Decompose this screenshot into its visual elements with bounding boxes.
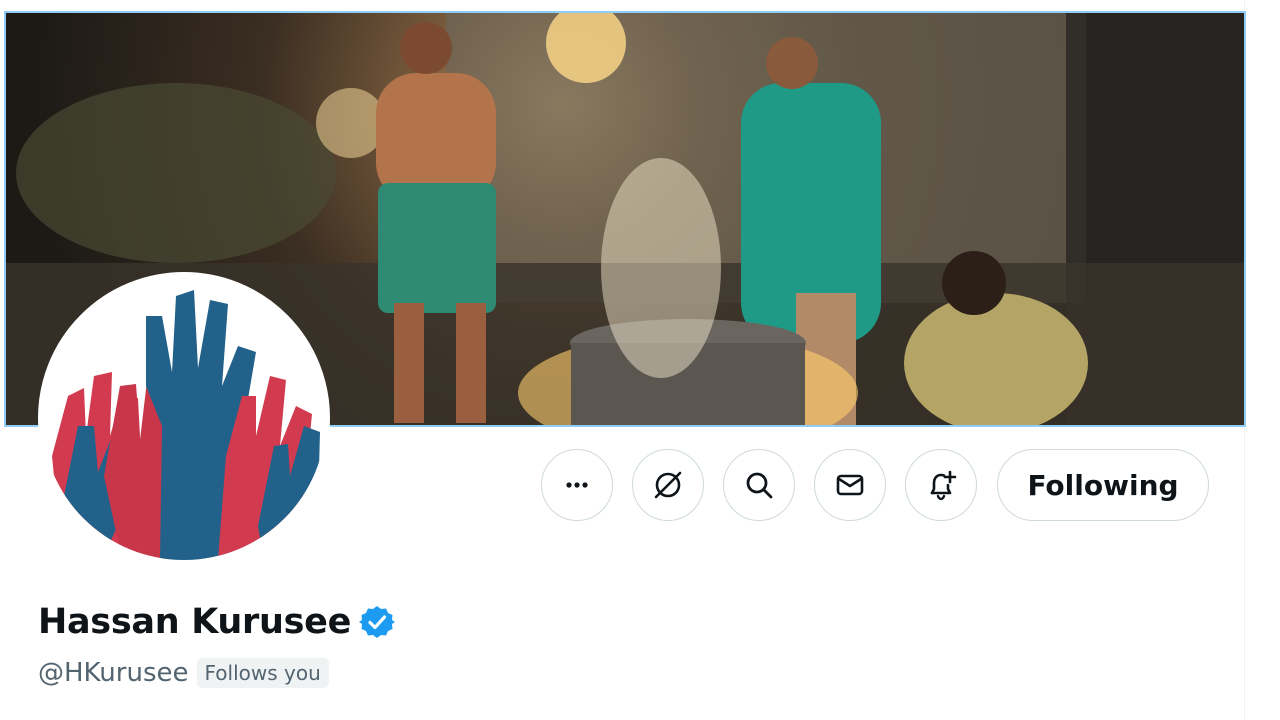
more-button[interactable] [541,449,613,521]
grok-icon [654,471,682,499]
grok-button[interactable] [632,449,704,521]
message-button[interactable] [814,449,886,521]
user-handle: @HKurusee [38,658,189,688]
handle-row: @HKurusee Follows you [38,654,329,692]
envelope-icon [836,474,864,496]
more-horizontal-icon [566,482,588,488]
profile-header: Following Hassan Kurusee @HKurusee Follo… [0,0,1246,720]
display-name: Hassan Kurusee [38,602,352,642]
search-icon [746,472,773,499]
bell-plus-icon [930,470,957,501]
notifications-button[interactable] [905,449,977,521]
verified-badge-icon[interactable] [359,604,396,640]
raised-hands-logo [42,276,326,560]
profile-avatar[interactable] [38,272,330,564]
search-profile-button[interactable] [723,449,795,521]
follows-you-badge: Follows you [196,658,329,688]
following-button[interactable]: Following [997,449,1209,521]
display-name-row: Hassan Kurusee [38,598,396,646]
